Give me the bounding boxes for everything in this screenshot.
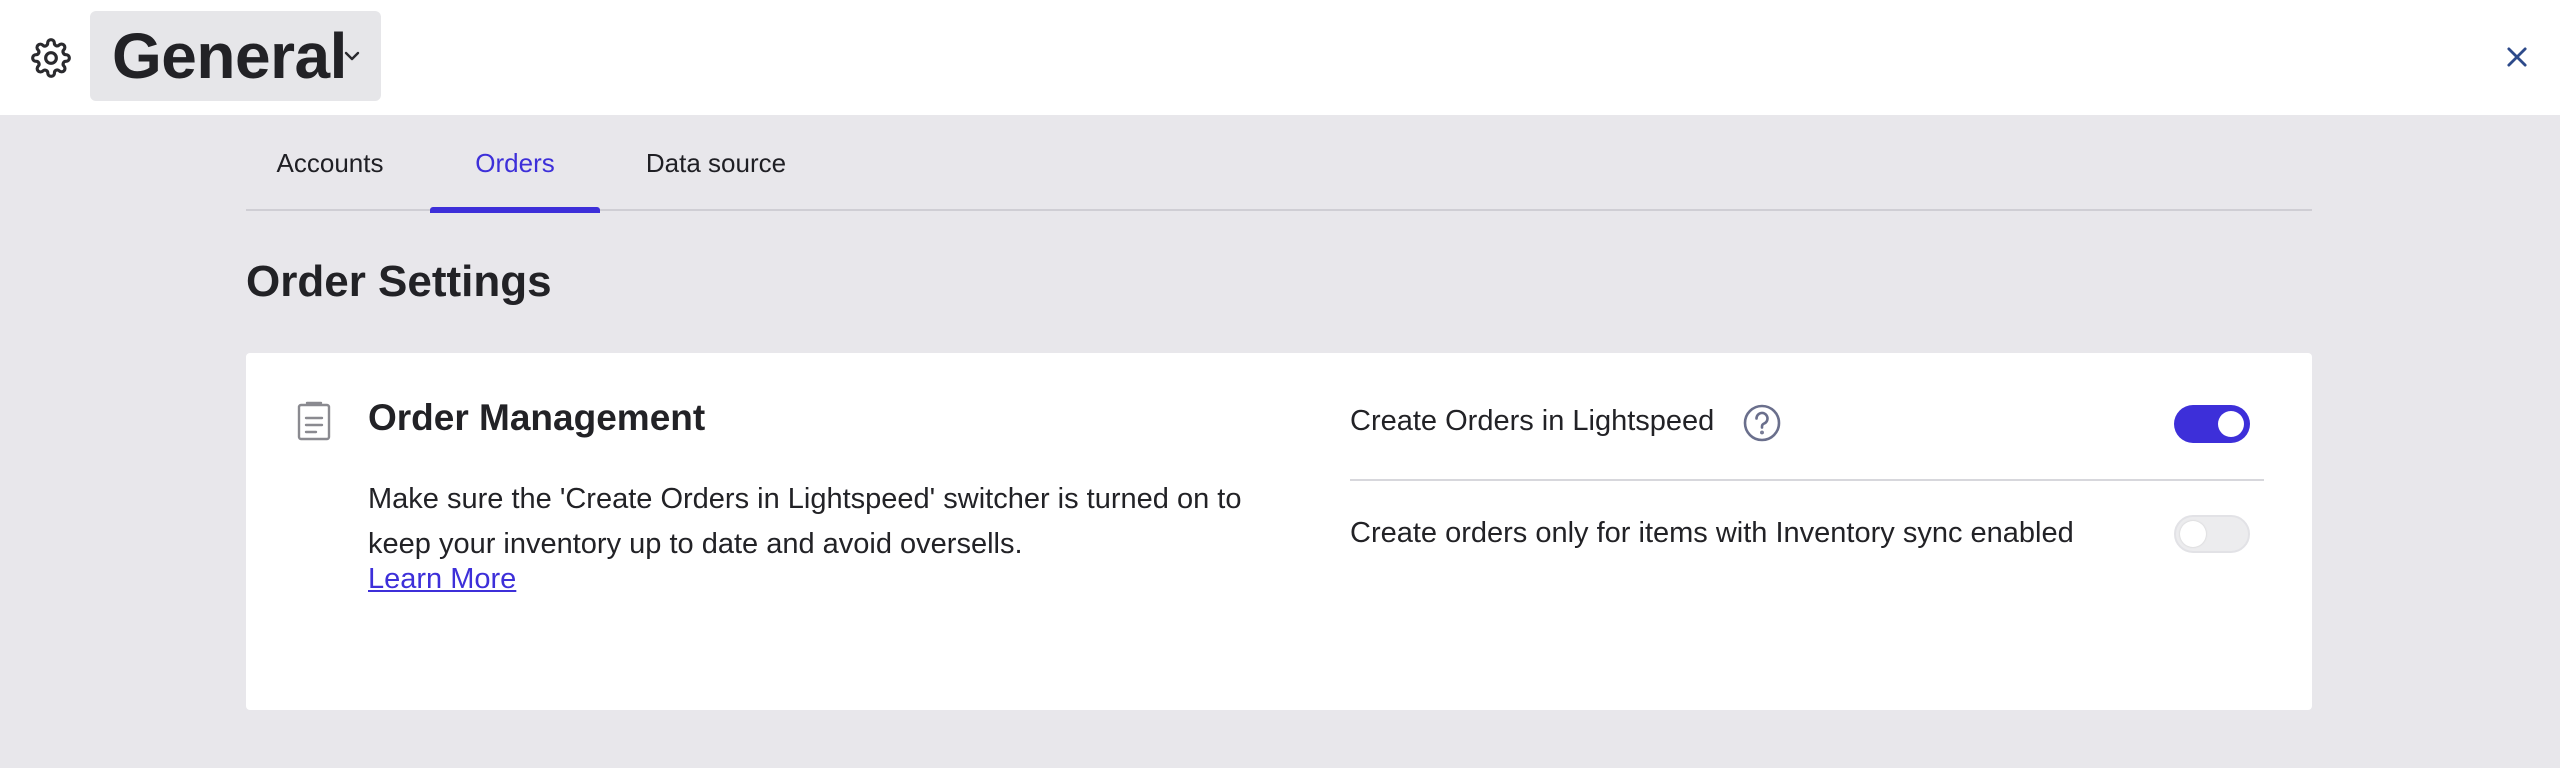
page-title-dropdown[interactable]: General xyxy=(90,11,381,101)
order-management-card: Order Management Make sure the 'Create O… xyxy=(246,353,2312,710)
setting-row-create-orders: Create Orders in Lightspeed xyxy=(1350,353,2264,481)
inventory-sync-only-toggle[interactable] xyxy=(2174,515,2250,553)
setting-row-inventory-sync-only: Create orders only for items with Invent… xyxy=(1350,483,2264,583)
close-icon[interactable] xyxy=(2500,40,2534,74)
create-orders-toggle[interactable] xyxy=(2174,405,2250,443)
section-title: Order Settings xyxy=(246,257,552,306)
document-icon xyxy=(296,401,332,441)
tab-data-source[interactable]: Data source xyxy=(636,115,796,211)
main-content: Accounts Orders Data source Order Settin… xyxy=(246,115,2312,768)
page-title: General xyxy=(112,20,347,92)
tab-orders[interactable]: Orders xyxy=(430,115,600,213)
card-title: Order Management xyxy=(368,397,706,438)
chevron-down-icon xyxy=(340,44,364,68)
tab-accounts[interactable]: Accounts xyxy=(274,115,386,211)
gear-icon[interactable] xyxy=(28,35,74,81)
learn-more-link[interactable]: Learn More xyxy=(368,563,516,596)
toggle-knob xyxy=(2180,521,2206,547)
tab-bar: Accounts Orders Data source xyxy=(246,115,2312,213)
card-description: Make sure the 'Create Orders in Lightspe… xyxy=(368,483,1242,560)
help-icon[interactable] xyxy=(1742,403,1782,443)
setting-label-inventory-sync-only: Create orders only for items with Invent… xyxy=(1350,517,2074,549)
toggle-knob xyxy=(2218,411,2244,437)
top-bar: General xyxy=(0,0,2560,115)
setting-label-create-orders: Create Orders in Lightspeed xyxy=(1350,405,1715,437)
